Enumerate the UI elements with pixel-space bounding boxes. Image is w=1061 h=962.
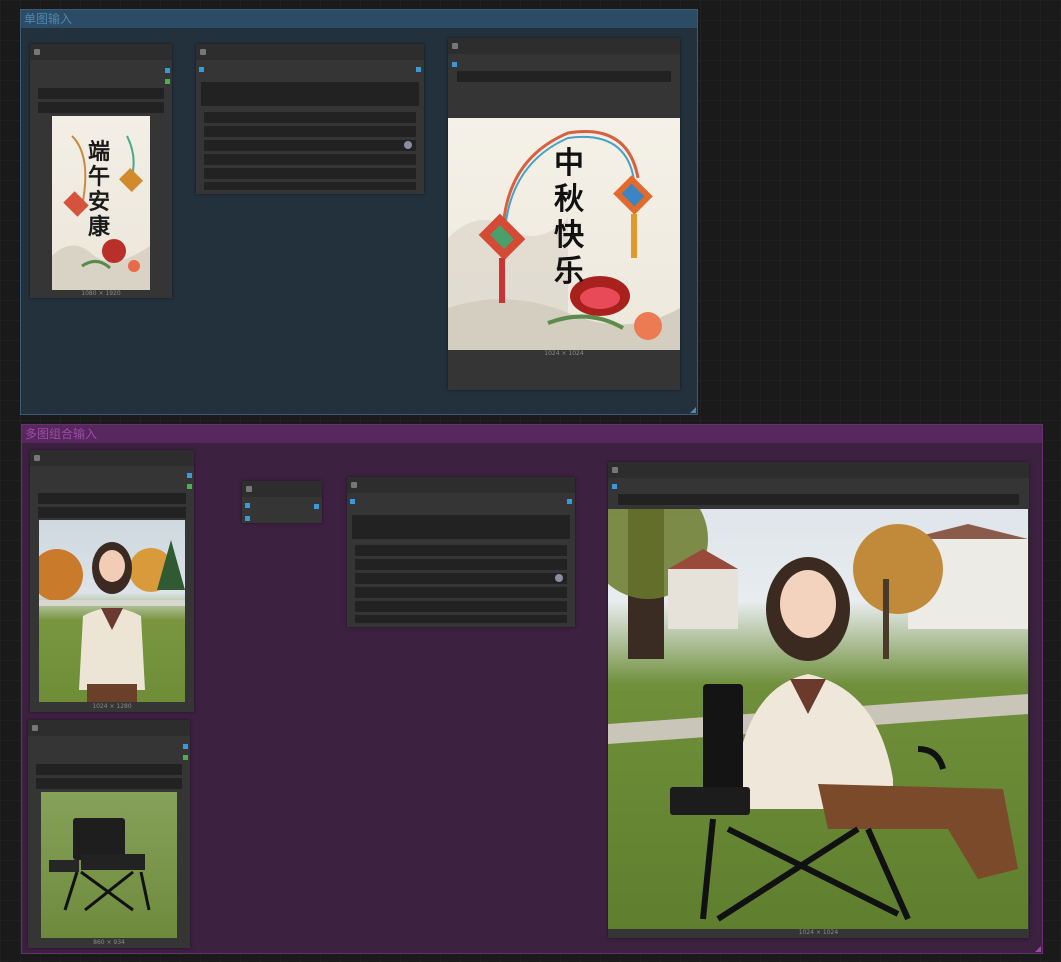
resize-handle[interactable] [690,407,696,413]
image-edit-node[interactable] [347,477,575,627]
load-image-node-person[interactable]: 1024 × 1280 [30,450,194,712]
input-port-images[interactable] [452,62,457,67]
collapse-toggle[interactable] [246,486,252,492]
output-image-mid-autumn: 中秋快乐 [448,118,680,350]
group-title[interactable]: 多图组合输入 [22,425,1042,443]
node-header[interactable] [608,462,1029,478]
output-port-mask[interactable] [183,755,188,760]
node-header[interactable] [347,477,575,493]
output-port-image[interactable] [187,473,192,478]
poster-calligraphy: 端午安康 [88,139,111,240]
image-select-widget[interactable] [38,493,186,504]
node-header[interactable] [196,44,424,60]
widget-row-1[interactable] [355,545,567,556]
preview-image-node[interactable]: 1024 × 1024 [608,462,1029,938]
image-size-caption: 860 × 934 [93,939,125,946]
preview-image-chair [41,792,177,938]
load-image-node-chair[interactable]: 860 × 934 [28,720,190,948]
image-edit-node[interactable] [196,44,424,194]
preview-image-dragon-boat: 端午安康 [52,116,150,290]
upload-widget[interactable] [36,778,182,789]
upload-widget[interactable] [38,102,164,113]
output-image-person-chair [608,509,1028,929]
widget-row-1[interactable] [204,112,416,123]
node-header[interactable] [242,481,322,497]
widget-row-2[interactable] [204,126,416,137]
node-header[interactable] [30,44,172,60]
input-port-image[interactable] [199,67,204,72]
node-header[interactable] [448,38,680,54]
collapse-toggle[interactable] [32,725,38,731]
widget-row-2[interactable] [355,559,567,570]
node-header[interactable] [30,450,194,466]
poster-calligraphy: 中秋快乐 [554,146,584,289]
image-size-caption: 1080 × 1920 [81,290,121,297]
filename-widget[interactable] [457,71,671,82]
widget-row-4[interactable] [204,154,416,165]
widget-row-4[interactable] [355,587,567,598]
prompt-textarea[interactable] [201,82,419,106]
widget-row-5[interactable] [355,601,567,612]
image-select-widget[interactable] [38,88,164,99]
collapse-toggle[interactable] [34,455,40,461]
preview-image-node[interactable]: 中秋快乐 1024 × 1024 [448,38,680,390]
input-port-image2[interactable] [245,516,250,521]
image-size-caption: 1024 × 1280 [92,703,132,710]
collapse-toggle[interactable] [452,43,458,49]
node-header[interactable] [28,720,190,736]
widget-row-5[interactable] [204,168,416,179]
collapse-toggle[interactable] [612,467,618,473]
output-port-mask[interactable] [165,79,170,84]
slider-knob[interactable] [404,141,412,149]
image-select-widget[interactable] [36,764,182,775]
image-size-caption: 1024 × 1024 [544,350,584,357]
output-port-image[interactable] [183,744,188,749]
widget-row-6[interactable] [204,182,416,190]
image-stitch-node[interactable] [242,481,322,523]
output-port-image[interactable] [165,68,170,73]
collapse-toggle[interactable] [34,49,40,55]
preview-image-person [39,520,185,702]
prompt-textarea[interactable] [352,515,570,539]
filename-widget[interactable] [618,494,1019,505]
input-port-images[interactable] [612,484,617,489]
output-port-mask[interactable] [187,484,192,489]
output-port-image[interactable] [314,504,319,509]
seed-slider[interactable] [204,140,416,151]
group-title[interactable]: 单图输入 [21,10,697,28]
upload-widget[interactable] [38,507,186,518]
output-port-image[interactable] [416,67,421,72]
load-image-node[interactable]: 端午安康 1080 × 1920 [30,44,172,298]
input-port-image1[interactable] [245,503,250,508]
widget-row-6[interactable] [355,615,567,623]
resize-handle[interactable] [1035,946,1041,952]
image-size-caption: 1024 × 1024 [798,929,839,936]
collapse-toggle[interactable] [200,49,206,55]
slider-knob[interactable] [555,574,563,582]
input-port-image[interactable] [350,499,355,504]
seed-slider[interactable] [355,573,567,584]
output-port-image[interactable] [567,499,572,504]
collapse-toggle[interactable] [351,482,357,488]
